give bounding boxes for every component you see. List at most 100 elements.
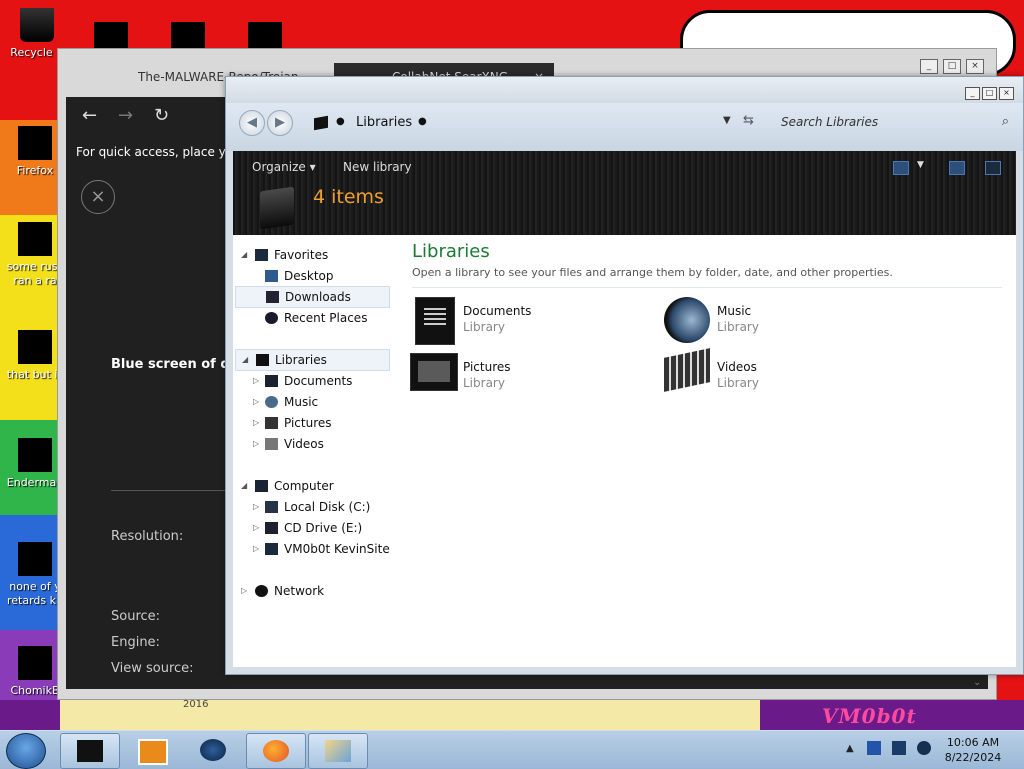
collapse-icon[interactable]: ◢ bbox=[241, 245, 247, 265]
divider bbox=[111, 490, 231, 491]
address-dropdown-icon[interactable]: ▼ bbox=[723, 115, 731, 126]
breadcrumb-separator: ● bbox=[418, 116, 427, 127]
nav-libraries[interactable]: ◢ Libraries bbox=[235, 349, 390, 371]
network-icon bbox=[255, 585, 268, 597]
wallpaper-strip bbox=[60, 700, 760, 730]
expand-icon[interactable]: ▷ bbox=[253, 371, 259, 391]
paint-icon bbox=[325, 740, 351, 762]
file-icon bbox=[18, 542, 52, 576]
volume-icon[interactable] bbox=[917, 741, 931, 755]
close-window-button[interactable]: × bbox=[966, 59, 984, 74]
clock[interactable]: 10:06 AM 8/22/2024 bbox=[938, 735, 1008, 765]
expand-icon[interactable]: ▷ bbox=[253, 539, 259, 559]
documents-icon bbox=[415, 297, 455, 345]
library-name: Music bbox=[717, 304, 752, 318]
nav-label: Libraries bbox=[275, 353, 327, 367]
collapse-icon[interactable]: ◢ bbox=[241, 476, 247, 496]
taskbar-media-player[interactable] bbox=[122, 733, 180, 767]
computer-icon bbox=[255, 480, 268, 492]
nav-label: Videos bbox=[284, 437, 324, 451]
back-button[interactable]: ◀ bbox=[239, 110, 265, 136]
recent-places-icon bbox=[265, 312, 278, 324]
nav-computer[interactable]: ◢ Computer bbox=[233, 476, 393, 496]
nav-music[interactable]: ▷ Music bbox=[233, 392, 393, 412]
quick-access-hint: For quick access, place your bbox=[76, 145, 246, 159]
documents-icon bbox=[265, 375, 278, 387]
nav-label: Music bbox=[284, 395, 319, 409]
library-type: Library bbox=[717, 376, 759, 390]
view-icon[interactable] bbox=[893, 161, 909, 175]
explorer-pane: ◢ Favorites Desktop Downloads Recent Pla… bbox=[233, 235, 1016, 667]
nav-pictures[interactable]: ▷ Pictures bbox=[233, 413, 393, 433]
library-music[interactable]: Music Library bbox=[664, 297, 904, 347]
expand-icon[interactable]: ▷ bbox=[253, 392, 259, 412]
nav-label: CD Drive (E:) bbox=[284, 521, 363, 535]
reload-icon[interactable]: ↻ bbox=[154, 105, 169, 126]
nav-favorites[interactable]: ◢ Favorites bbox=[233, 245, 393, 265]
nav-label: Favorites bbox=[274, 248, 329, 262]
pictures-icon bbox=[265, 417, 278, 429]
page-subtitle: Open a library to see your files and arr… bbox=[412, 266, 893, 279]
nav-label: Local Disk (C:) bbox=[284, 500, 371, 514]
expand-icon[interactable]: ▷ bbox=[241, 581, 247, 601]
taskbar-explorer[interactable] bbox=[60, 733, 120, 769]
maximize-button[interactable]: □ bbox=[982, 87, 997, 100]
start-button[interactable] bbox=[6, 733, 46, 769]
nav-documents[interactable]: ▷ Documents bbox=[233, 371, 393, 391]
nav-downloads[interactable]: Downloads bbox=[235, 286, 390, 308]
back-icon[interactable]: ← bbox=[82, 105, 97, 126]
nav-desktop[interactable]: Desktop bbox=[233, 266, 393, 286]
engine-label: Engine: bbox=[111, 635, 160, 650]
close-window-button[interactable]: × bbox=[999, 87, 1014, 100]
collapse-icon[interactable]: ◢ bbox=[242, 350, 248, 370]
nav-label: Network bbox=[274, 584, 325, 598]
forward-button[interactable]: ▶ bbox=[267, 110, 293, 136]
tray-app-icon[interactable] bbox=[867, 741, 881, 755]
content-pane: Libraries Open a library to see your fil… bbox=[410, 235, 1016, 667]
clock-time: 10:06 AM bbox=[946, 736, 1000, 749]
nav-cd-drive[interactable]: ▷ CD Drive (E:) bbox=[233, 518, 393, 538]
forward-icon[interactable]: → bbox=[118, 105, 133, 126]
nav-label: Pictures bbox=[284, 416, 332, 430]
library-documents[interactable]: Documents Library bbox=[410, 297, 650, 347]
minimize-button[interactable]: _ bbox=[920, 59, 938, 74]
star-icon bbox=[255, 249, 268, 261]
maximize-button[interactable]: □ bbox=[943, 59, 961, 74]
nav-videos[interactable]: ▷ Videos bbox=[233, 434, 393, 454]
help-icon[interactable] bbox=[985, 161, 1001, 175]
expand-icon[interactable]: ▷ bbox=[253, 518, 259, 538]
view-dropdown-icon[interactable]: ▼ bbox=[917, 160, 924, 170]
taskbar-ie[interactable] bbox=[184, 733, 242, 767]
libraries-icon bbox=[314, 115, 328, 131]
search-input[interactable]: Search Libraries ⌕ bbox=[753, 109, 1015, 135]
new-library-button[interactable]: New library bbox=[343, 160, 412, 174]
recycle-bin-icon bbox=[20, 8, 54, 42]
organize-button[interactable]: Organize ▾ bbox=[252, 160, 316, 174]
search-placeholder: Search Libraries bbox=[781, 115, 879, 129]
nav-recent-places[interactable]: Recent Places bbox=[233, 308, 393, 328]
preview-pane-icon[interactable] bbox=[949, 161, 965, 175]
app-icon bbox=[18, 646, 52, 680]
scroll-down-icon[interactable]: ⌄ bbox=[973, 677, 981, 688]
breadcrumb[interactable]: Libraries bbox=[356, 115, 412, 130]
expand-icon[interactable]: ▷ bbox=[253, 434, 259, 454]
library-pictures[interactable]: Pictures Library bbox=[410, 353, 650, 403]
library-type: Library bbox=[463, 320, 505, 334]
explorer-window: _ □ × ◀ ▶ ● Libraries ● ▼ ⇆ Search Libra… bbox=[225, 76, 1024, 675]
taskbar-paint[interactable] bbox=[308, 733, 368, 769]
library-videos[interactable]: Videos Library bbox=[664, 348, 904, 403]
downloads-icon bbox=[266, 291, 279, 303]
network-tray-icon[interactable] bbox=[892, 741, 906, 755]
nav-network[interactable]: ▷ Network bbox=[233, 581, 393, 601]
close-icon[interactable]: × bbox=[81, 180, 115, 214]
minimize-button[interactable]: _ bbox=[965, 87, 980, 100]
music-icon bbox=[664, 297, 710, 343]
expand-icon[interactable]: ▷ bbox=[253, 413, 259, 433]
videos-icon bbox=[265, 438, 278, 450]
expand-icon[interactable]: ▷ bbox=[253, 497, 259, 517]
nav-local-disk[interactable]: ▷ Local Disk (C:) bbox=[233, 497, 393, 517]
nav-network-drive[interactable]: ▷ VM0b0t KevinSite bbox=[233, 539, 393, 559]
taskbar-firefox[interactable] bbox=[246, 733, 306, 769]
show-hidden-icons[interactable]: ▲ bbox=[846, 743, 854, 754]
wallpaper-text: VM0b0t bbox=[822, 704, 917, 728]
